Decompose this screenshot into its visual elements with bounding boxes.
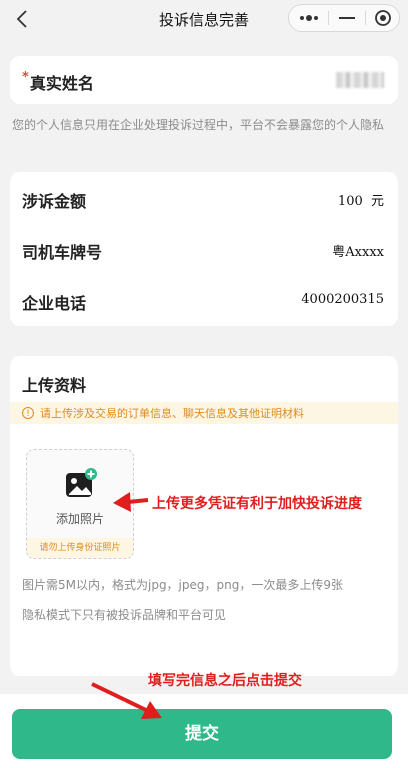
amount-value[interactable]: 100 元	[338, 190, 384, 209]
privacy-note: 您的个人信息只用在企业处理投诉过程中，平台不会暴露您的个人隐私	[12, 118, 385, 132]
upload-rule-text: 图片需5M以内，格式为jpg，jpeg，png，一次最多上传9张	[22, 578, 343, 592]
warning-icon: !	[22, 407, 34, 419]
amount-label: 涉诉金额	[22, 192, 87, 211]
nav-bar: 投诉信息完善	[0, 0, 408, 38]
add-photo-button[interactable]: 添加照片 请勿上传身份证照片	[26, 449, 134, 559]
real-name-label-text: 真实姓名	[29, 74, 94, 93]
more-dots-icon	[300, 15, 318, 21]
capsule-menu	[288, 4, 400, 32]
submit-button[interactable]: 提交	[12, 709, 392, 759]
add-photo-label: 添加照片	[55, 512, 104, 526]
privacy-mode-text: 隐私模式下只有被投诉品牌和平台可见	[22, 608, 227, 622]
plate-row: 司机车牌号 粤Axxxx	[22, 235, 384, 265]
upload-title: 上传资料	[22, 376, 87, 395]
phone-row: 企业电话 4000200315	[22, 286, 384, 316]
plate-value[interactable]: 粤Axxxx	[332, 241, 384, 260]
upload-card: 上传资料 ! 请上传涉及交易的订单信息、聊天信息及其他证明材料 添加照片 请勿上…	[10, 356, 398, 676]
minimize-icon	[339, 17, 355, 19]
upload-warning-bar: ! 请上传涉及交易的订单信息、聊天信息及其他证明材料	[10, 402, 398, 424]
real-name-label: *真实姓名	[22, 70, 94, 94]
complaint-info-card: 涉诉金额 100 元 司机车牌号 粤Axxxx 企业电话 4000200315	[10, 172, 398, 326]
close-circle-icon	[375, 10, 391, 26]
plate-label: 司机车牌号	[22, 243, 103, 262]
minimize-button[interactable]	[329, 5, 365, 31]
amount-row: 涉诉金额 100 元	[22, 184, 384, 214]
phone-label: 企业电话	[22, 294, 87, 313]
more-button[interactable]	[291, 5, 327, 31]
real-name-field[interactable]: *真实姓名	[10, 56, 398, 104]
upload-warning-text: 请上传涉及交易的订单信息、聊天信息及其他证明材料	[40, 407, 304, 420]
required-mark: *	[22, 70, 29, 85]
image-add-icon	[66, 468, 97, 497]
submit-hint-annotation: 填写完信息之后点击提交	[148, 673, 302, 689]
blurred-name-value	[336, 72, 384, 88]
close-button[interactable]	[365, 5, 401, 31]
upload-hint-annotation: 上传更多凭证有利于加快投诉进度	[152, 496, 362, 512]
id-photo-warning: 请勿上传身份证照片	[27, 538, 133, 558]
phone-value[interactable]: 4000200315	[301, 292, 384, 307]
